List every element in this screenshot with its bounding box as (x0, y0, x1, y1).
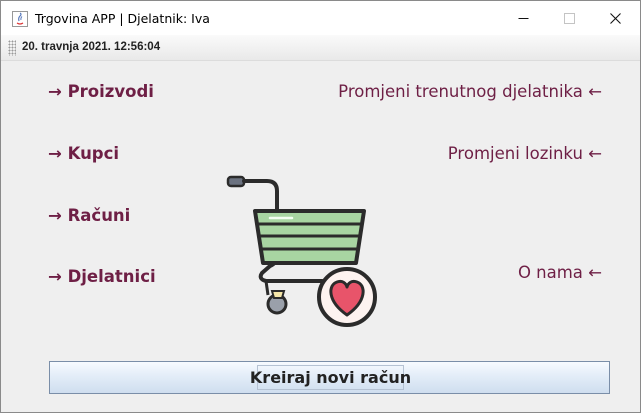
java-app-icon (12, 11, 28, 27)
nav-promjeni-lozinku[interactable]: Promjeni lozinku ← (448, 144, 602, 163)
nav-proizvodi[interactable]: → Proizvodi (48, 82, 154, 101)
status-toolbar: 20. travnja 2021. 12:56:04 (1, 35, 640, 61)
close-icon (609, 12, 621, 24)
create-invoice-button[interactable]: Kreiraj novi račun (49, 361, 610, 394)
minimize-button[interactable] (500, 1, 546, 35)
nav-kupci[interactable]: → Kupci (48, 144, 119, 163)
datetime-label: 20. travnja 2021. 12:56:04 (22, 41, 161, 53)
maximize-icon (563, 12, 575, 24)
create-invoice-button-label: Kreiraj novi račun (250, 365, 411, 390)
minimize-icon (518, 17, 528, 19)
nav-djelatnici[interactable]: → Djelatnici (48, 267, 156, 286)
nav-promjeni-djelatnika[interactable]: Promjeni trenutnog djelatnika ← (338, 82, 602, 101)
title-bar[interactable]: Trgovina APP | Djelatnik: Iva (1, 1, 640, 35)
window-title: Trgovina APP | Djelatnik: Iva (35, 11, 210, 26)
shopping-cart-heart-icon (226, 175, 377, 327)
app-window: Trgovina APP | Djelatnik: Iva 20. travnj… (0, 0, 641, 413)
close-button[interactable] (592, 1, 638, 35)
nav-o-nama[interactable]: O nama ← (518, 263, 602, 282)
maximize-button[interactable] (546, 1, 592, 35)
nav-racuni[interactable]: → Računi (48, 206, 130, 225)
toolbar-grip-handle[interactable] (8, 40, 16, 56)
